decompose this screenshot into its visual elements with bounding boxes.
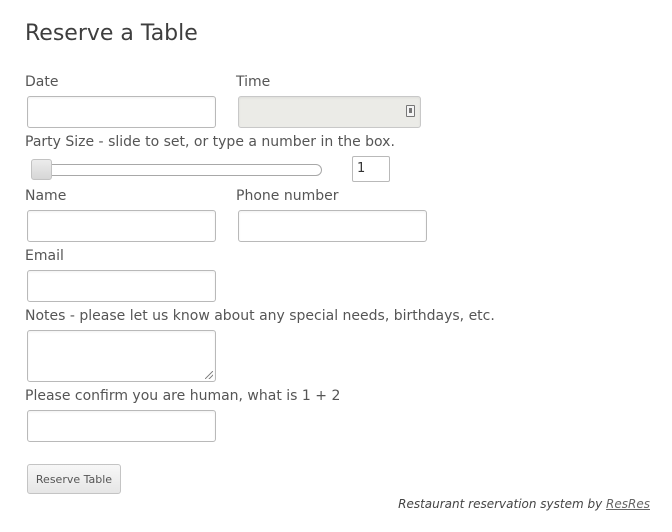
captcha-label: Please confirm you are human, what is 1 …: [25, 388, 341, 404]
email-label: Email: [25, 248, 64, 264]
date-label: Date: [25, 74, 59, 90]
party-size-label: Party Size - slide to set, or type a num…: [25, 134, 395, 150]
party-size-slider-track[interactable]: [31, 164, 322, 176]
clock-icon[interactable]: [406, 105, 415, 117]
phone-label: Phone number: [236, 188, 339, 204]
resres-link[interactable]: ResRes: [606, 497, 650, 511]
email-field[interactable]: [27, 270, 216, 302]
page-title: Reserve a Table: [25, 21, 198, 46]
notes-label: Notes - please let us know about any spe…: [25, 308, 495, 324]
phone-field[interactable]: [238, 210, 427, 242]
party-size-slider-handle[interactable]: [31, 159, 52, 180]
time-field[interactable]: [238, 96, 421, 128]
date-field[interactable]: [27, 96, 216, 128]
footer-text: Restaurant reservation system by: [398, 497, 603, 511]
name-label: Name: [25, 188, 67, 204]
time-label: Time: [236, 74, 271, 90]
captcha-field[interactable]: [27, 410, 216, 442]
footer-credit: Restaurant reservation system by ResRes: [398, 497, 650, 511]
party-size-input[interactable]: 1: [352, 156, 390, 182]
resize-grip-icon[interactable]: [205, 371, 213, 379]
reserve-table-button[interactable]: Reserve Table: [27, 464, 121, 494]
name-field[interactable]: [27, 210, 216, 242]
notes-textarea[interactable]: [27, 330, 216, 382]
